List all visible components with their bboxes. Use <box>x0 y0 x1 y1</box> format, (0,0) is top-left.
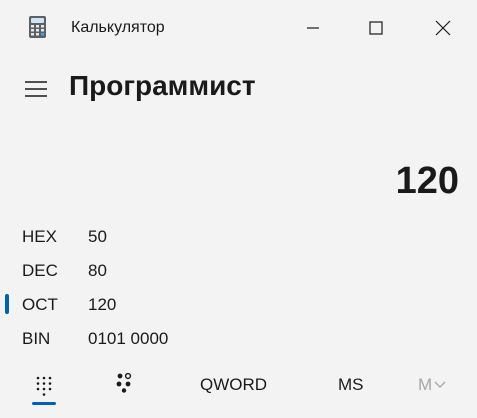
display-value: 120 <box>395 160 459 202</box>
calculator-app-icon <box>29 16 46 38</box>
bit-toggle-icon <box>116 373 132 393</box>
word-size-button[interactable]: QWORD <box>200 370 267 400</box>
radix-label-bin: BIN <box>22 329 51 348</box>
bit-toggling-keypad-button[interactable] <box>104 366 144 400</box>
radix-row-bin[interactable]: BIN 0101 0000 <box>0 323 477 353</box>
close-icon <box>435 20 451 36</box>
radix-row-hex[interactable]: HEX 50 <box>0 221 477 251</box>
mode-title: Программист <box>69 70 256 101</box>
maximize-icon <box>369 21 383 35</box>
radix-value-oct: 120 <box>88 295 117 314</box>
radix-label-oct: OCT <box>22 295 58 314</box>
full-keypad-button[interactable] <box>24 366 64 406</box>
memory-view-button[interactable]: M <box>418 370 446 400</box>
maximize-button[interactable] <box>343 0 409 56</box>
memory-store-button[interactable]: MS <box>338 370 364 400</box>
radix-value-dec: 80 <box>88 261 107 280</box>
window-title: Калькулятор <box>71 19 165 36</box>
hamburger-icon <box>25 81 47 97</box>
selected-pad-underline <box>32 402 56 405</box>
radix-label-hex: HEX <box>22 227 57 246</box>
minimize-button[interactable] <box>280 0 346 56</box>
navigation-menu-button[interactable] <box>20 74 52 104</box>
keypad-icon <box>36 376 52 396</box>
radix-label-dec: DEC <box>22 261 58 280</box>
radix-row-dec[interactable]: DEC 80 <box>0 255 477 285</box>
chevron-down-icon <box>434 381 446 388</box>
selected-radix-indicator <box>5 294 9 314</box>
radix-row-oct[interactable]: OCT 120 <box>0 289 477 319</box>
calculator-window: Калькулятор Программист 120 HEX 50 DEC 8… <box>0 0 477 418</box>
title-bar[interactable]: Калькулятор <box>0 0 477 56</box>
close-button[interactable] <box>410 0 476 56</box>
radix-value-bin: 0101 0000 <box>88 329 169 348</box>
minimize-icon <box>307 27 319 29</box>
memory-view-label: M <box>418 375 433 394</box>
radix-value-hex: 50 <box>88 227 107 246</box>
